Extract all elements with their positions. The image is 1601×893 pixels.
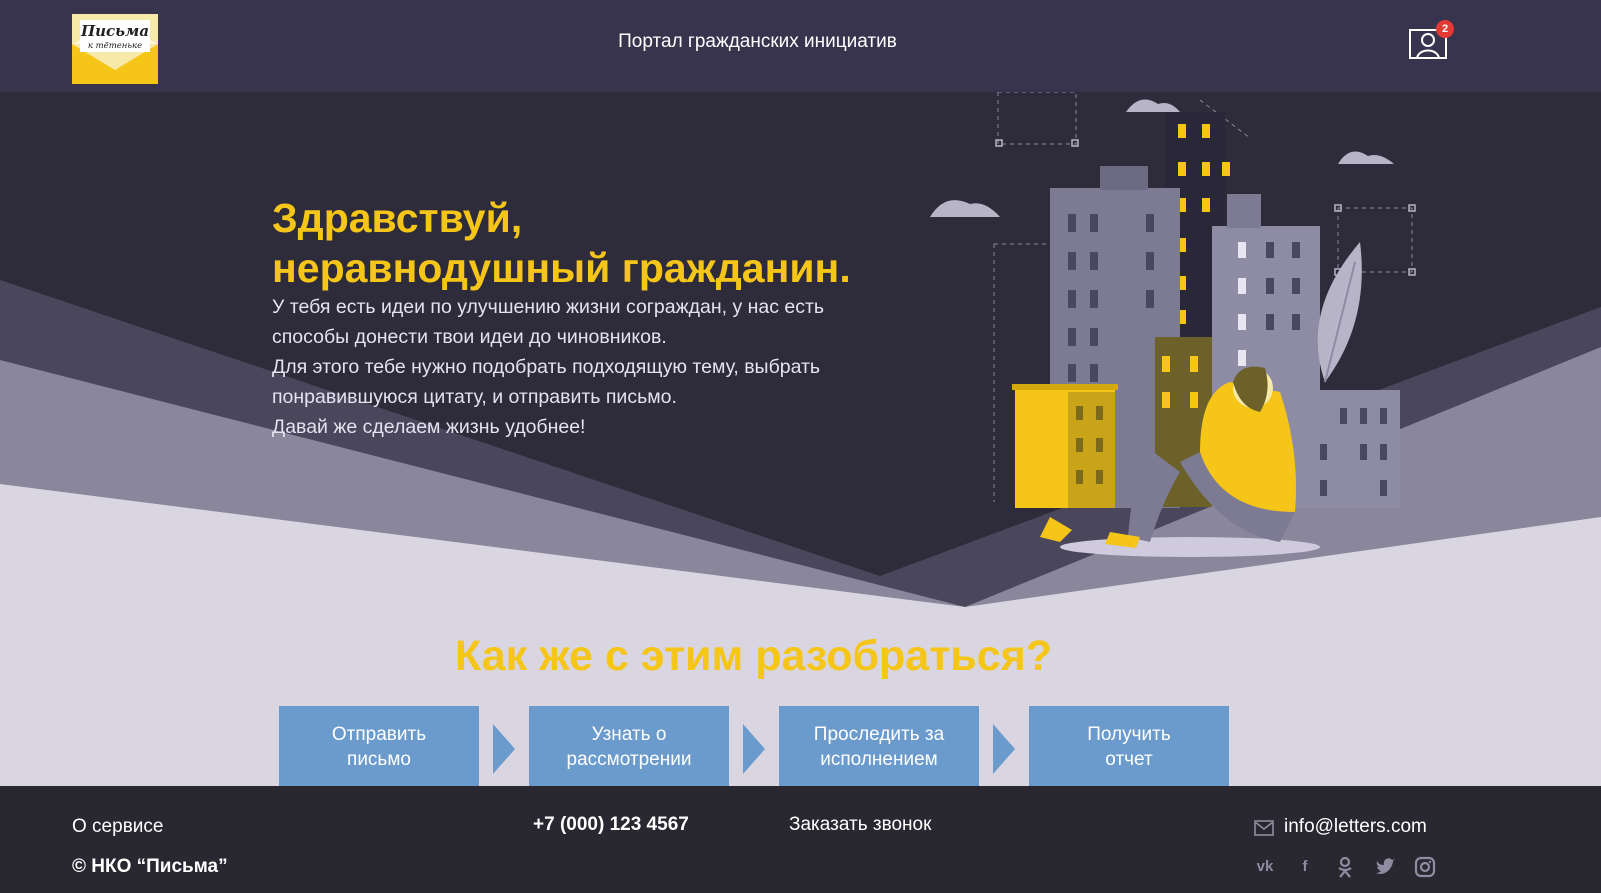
request-callback-link[interactable]: Заказать звонок: [789, 814, 931, 836]
copyright: © НКО “Письма”: [72, 856, 228, 877]
step-get-report-button[interactable]: Получить отчет: [1029, 706, 1229, 786]
hero-title: Здравствуй, неравнодушный гражданин.: [272, 193, 851, 293]
hero-description: У тебя есть идеи по улучшению жизни согр…: [272, 292, 892, 442]
step-arrow-icon: [493, 724, 515, 774]
step-label: отчет: [1105, 749, 1153, 770]
notification-badge: 2: [1436, 20, 1454, 38]
hero-title-line-1: Здравствуй,: [272, 195, 523, 241]
hero-text-line: способы донести твои идеи до чиновников.: [272, 326, 667, 348]
step-arrow-icon: [993, 724, 1015, 774]
hero-title-line-2: неравнодушный гражданин.: [272, 245, 851, 291]
social-links: vk f: [1254, 856, 1436, 880]
instagram-icon[interactable]: [1414, 856, 1436, 878]
phone-link[interactable]: +7 (000) 123 4567: [533, 814, 689, 836]
hero-text-line: Для этого тебе нужно подобрать подходящу…: [272, 356, 821, 378]
facebook-icon[interactable]: f: [1294, 856, 1316, 878]
step-track-execution-button[interactable]: Проследить за исполнением: [779, 706, 979, 786]
hero-section: Здравствуй, неравнодушный гражданин. У т…: [0, 92, 1601, 786]
step-arrow-icon: [743, 724, 765, 774]
email-link[interactable]: info@letters.com: [1284, 816, 1427, 838]
about-service-link[interactable]: О сервисе: [72, 816, 163, 838]
city-illustration: [930, 92, 1416, 557]
how-it-works-title: Как же с этим разобраться?: [454, 632, 1052, 680]
hero-text-line: У тебя есть идеи по улучшению жизни согр…: [272, 296, 825, 318]
site-footer: О сервисе © НКО “Письма” +7 (000) 123 45…: [0, 786, 1601, 893]
mail-icon: [1254, 820, 1274, 836]
step-label: Проследить за: [813, 724, 945, 745]
hero-text-line: понравившуюся цитату, и отправить письмо…: [272, 386, 677, 408]
twitter-icon[interactable]: [1374, 856, 1396, 878]
odnoklassniki-icon[interactable]: [1334, 856, 1356, 878]
step-label: Узнать о: [591, 724, 667, 745]
site-title: Портал гражданских инициатив: [618, 31, 897, 52]
vk-icon[interactable]: vk: [1254, 856, 1276, 878]
hero-text-line: Давай же сделаем жизнь удобнее!: [272, 416, 586, 438]
step-label: Получить: [1087, 724, 1171, 745]
step-send-letter-button[interactable]: Отправить письмо: [279, 706, 479, 786]
step-label: письмо: [347, 749, 411, 770]
step-label: рассмотрении: [566, 749, 692, 770]
site-header: Письма к тётеньке Портал гражданских ини…: [0, 0, 1601, 92]
step-learn-review-button[interactable]: Узнать о рассмотрении: [529, 706, 729, 786]
step-label: исполнением: [820, 749, 938, 770]
step-label: Отправить: [331, 724, 427, 745]
